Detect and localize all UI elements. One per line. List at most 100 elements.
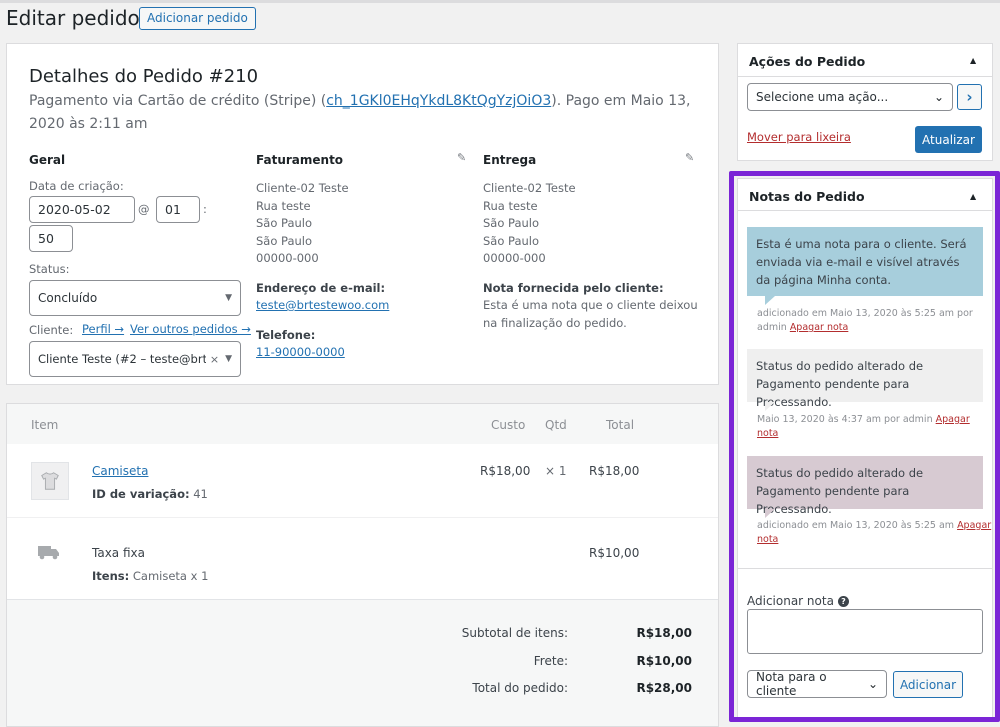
notes-divider — [738, 210, 992, 211]
order-action-select[interactable]: Selecione uma ação... ⌄ — [747, 83, 953, 111]
date-label: Data de criação: — [29, 179, 124, 193]
row-divider — [7, 517, 718, 518]
variation-label: ID de variação: — [92, 487, 190, 501]
collapse-icon[interactable]: ▲ — [970, 192, 976, 201]
note-arrow — [765, 509, 775, 518]
add-note-label: Adicionar nota — [747, 594, 834, 608]
delete-note-link[interactable]: Apagar nota — [790, 322, 849, 333]
apply-action-button[interactable]: › — [957, 84, 982, 110]
variation-value: 41 — [193, 487, 208, 501]
status-value: Concluído — [38, 291, 98, 305]
add-note-textarea[interactable] — [747, 609, 983, 654]
col-total: Total — [606, 418, 635, 432]
shipping-address: Cliente-02 Teste Rua teste São Paulo São… — [483, 180, 576, 268]
truck-icon — [38, 544, 60, 564]
note-meta: adicionado em Maio 13, 2020 às 5:25 am p… — [757, 307, 993, 335]
order-notes-heading: Notas do Pedido — [749, 189, 865, 204]
date-input[interactable]: 2020-05-02 — [29, 196, 135, 223]
note-type-value: Nota para o cliente — [756, 670, 827, 698]
billing-address: Cliente-02 Teste Rua teste São Paulo São… — [256, 180, 349, 268]
profile-link[interactable]: Perfil → — [82, 322, 124, 336]
address-line: Cliente-02 Teste — [256, 181, 349, 195]
dropdown-caret-icon: ▼ — [225, 293, 232, 303]
product-total: R$18,00 — [589, 464, 640, 478]
add-note-button[interactable]: Adicionar — [893, 671, 963, 698]
address-line: Cliente-02 Teste — [483, 181, 576, 195]
product-qty: × 1 — [545, 464, 567, 478]
note-customer: Esta é uma nota para o cliente. Será env… — [747, 227, 983, 296]
order-meta: Pagamento via Cartão de crédito (Stripe)… — [29, 90, 709, 136]
note-meta-text: Maio 13, 2020 às 4:37 am por admin — [757, 414, 933, 425]
help-icon[interactable]: ? — [838, 596, 849, 607]
note-system: Status do pedido alterado de Pagamento p… — [747, 349, 983, 409]
time-colon: : — [203, 202, 207, 216]
add-order-button[interactable]: Adicionar pedido — [139, 7, 256, 30]
note-meta: adicionado em Maio 13, 2020 às 5:25 am A… — [757, 519, 993, 547]
col-cost: Custo — [491, 418, 526, 432]
clear-icon[interactable]: × — [210, 353, 219, 366]
order-total-label: Total do pedido: — [472, 681, 568, 695]
col-item: Item — [31, 418, 59, 432]
billing-heading: Faturamento — [256, 153, 344, 167]
product-thumbnail — [31, 462, 69, 500]
client-select[interactable]: Cliente Teste (#2 – teste@brtes... × ▼ — [29, 341, 241, 377]
dropdown-caret-icon: ▼ — [225, 354, 232, 364]
collapse-icon[interactable]: ▲ — [970, 56, 976, 65]
email-label: Endereço de e-mail: — [256, 281, 386, 295]
shipping-items: Itens: Camiseta x 1 — [92, 569, 208, 583]
email-link[interactable]: teste@brtestewoo.com — [256, 298, 389, 312]
subtotal-value: R$18,00 — [636, 626, 692, 640]
address-line: São Paulo — [483, 216, 540, 230]
move-to-trash-link[interactable]: Mover para lixeira — [747, 130, 851, 144]
shipping-heading: Entrega — [483, 153, 537, 167]
col-qty: Qtd — [545, 418, 567, 432]
shipping-method: Taxa fixa — [92, 546, 145, 560]
action-value: Selecione uma ação... — [756, 90, 889, 104]
update-button[interactable]: Atualizar — [915, 126, 982, 153]
note-arrow — [765, 296, 775, 305]
hour-input[interactable]: 01 — [156, 196, 200, 223]
address-line: São Paulo — [256, 233, 313, 248]
note-meta: Maio 13, 2020 às 4:37 am por admin Apaga… — [757, 413, 993, 441]
status-select[interactable]: Concluído ▼ — [29, 280, 241, 316]
shipping-items-label: Itens: — [92, 569, 130, 583]
variation: ID de variação: 41 — [92, 487, 208, 501]
note-arrow — [765, 402, 775, 411]
note-private: Status do pedido alterado de Pagamento p… — [747, 456, 983, 516]
at-sign: @ — [138, 202, 150, 216]
subtotal-label: Subtotal de itens: — [461, 626, 568, 640]
page-title: Editar pedido — [6, 6, 140, 30]
product-cost: R$18,00 — [480, 464, 531, 478]
charge-id-link[interactable]: ch_1GKl0EHqYkdL8KtQgYzjOiO3 — [326, 93, 551, 109]
tshirt-icon — [41, 472, 59, 490]
totals-section — [7, 599, 718, 726]
address-line: Rua teste — [256, 198, 311, 213]
shipping-total: R$10,00 — [589, 546, 640, 560]
address-line: 00000-000 — [256, 251, 319, 265]
customer-note: Esta é uma nota que o cliente deixou na … — [483, 298, 698, 330]
address-line: 00000-000 — [483, 251, 546, 265]
order-title: Detalhes do Pedido #210 — [29, 66, 259, 87]
order-actions-heading: Ações do Pedido — [749, 54, 866, 69]
customer-note-label: Nota fornecida pelo cliente: — [483, 281, 664, 295]
edit-billing-pencil-icon[interactable]: ✎ — [457, 151, 466, 164]
client-value: Cliente Teste (#2 – teste@brtes... — [38, 352, 206, 366]
chevron-down-icon: ⌄ — [933, 90, 944, 104]
address-line: Rua teste — [483, 198, 538, 213]
note-meta-text: adicionado em Maio 13, 2020 às 5:25 am — [757, 520, 955, 531]
geral-heading: Geral — [29, 153, 66, 167]
address-line: São Paulo — [483, 233, 540, 248]
minute-input[interactable]: 50 — [29, 225, 73, 252]
chevron-down-icon: ⌄ — [867, 677, 878, 691]
top-bar — [0, 0, 1000, 3]
edit-shipping-pencil-icon[interactable]: ✎ — [685, 151, 694, 164]
note-type-select[interactable]: Nota para o cliente ⌄ — [747, 670, 887, 698]
shipping-cost-value: R$10,00 — [636, 654, 692, 668]
client-label: Cliente: — [29, 323, 74, 337]
phone-link[interactable]: 11-90000-0000 — [256, 345, 345, 359]
product-link[interactable]: Camiseta — [92, 464, 148, 478]
shipping-items-value: Camiseta x 1 — [132, 569, 209, 583]
order-meta-prefix: Pagamento via Cartão de crédito (Stripe)… — [29, 93, 327, 109]
other-orders-link[interactable]: Ver outros pedidos → — [130, 322, 251, 336]
notes-form-divider — [738, 568, 992, 569]
